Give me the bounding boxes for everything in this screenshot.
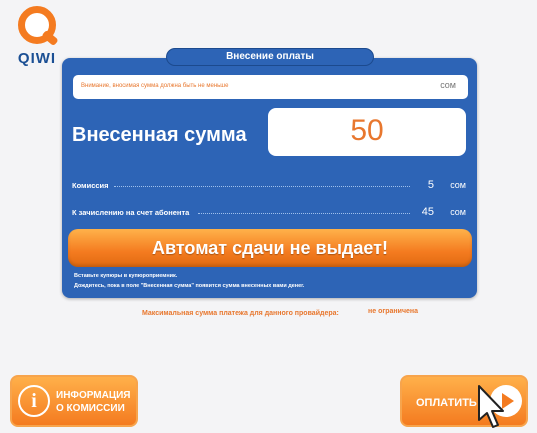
hand-cursor-icon (478, 385, 504, 428)
warning-box: Внимание, вносимая сумма должна быть не … (73, 75, 468, 99)
credit-value: 45 (421, 206, 434, 218)
commission-info-button[interactable]: i ИНФОРМАЦИЯ О КОМИССИИ (10, 375, 138, 427)
no-change-banner: Автомат сдачи не выдает! (68, 229, 472, 267)
commission-currency: сом (450, 180, 466, 190)
deposited-amount-field: 50 (268, 108, 466, 156)
credit-currency: сом (450, 207, 466, 217)
commission-row: Комиссия 5 сом (72, 179, 468, 193)
info-button-label: О КОМИССИИ (56, 403, 125, 414)
info-button-label: ИНФОРМАЦИЯ (56, 390, 131, 401)
dotted-leader (114, 186, 410, 187)
pay-button-label: ОПЛАТИТЬ (416, 397, 477, 409)
logo-text: QIWI (17, 50, 57, 67)
warning-currency: сом (440, 80, 456, 90)
qiwi-logo: QIWI (12, 6, 62, 72)
credit-label: К зачислению на счет абонента (72, 208, 190, 217)
commission-label: Комиссия (72, 181, 109, 190)
commission-value: 5 (427, 179, 434, 191)
pay-button[interactable]: ОПЛАТИТЬ (400, 375, 528, 427)
warning-text: Внимание, вносимая сумма должна быть не … (81, 83, 229, 89)
credit-row: К зачислению на счет абонента 45 сом (72, 206, 468, 220)
deposited-amount-value: 50 (350, 114, 384, 147)
instruction-note: Дождитесь, пока в поле "Внесенная сумма"… (74, 283, 305, 289)
max-payment-label: Максимальная сумма платежа для данного п… (142, 310, 339, 317)
info-icon: i (18, 385, 50, 417)
max-payment-value: не ограничена (368, 308, 419, 315)
dotted-leader (198, 213, 410, 214)
panel-title: Внесение оплаты (166, 48, 374, 66)
deposited-amount-label: Внесенная сумма (72, 124, 247, 146)
instruction-note: Вставьте купюры в купюроприемник. (74, 273, 178, 279)
